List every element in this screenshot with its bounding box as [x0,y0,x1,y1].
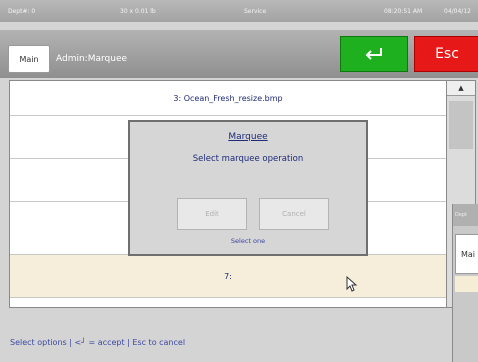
background-dept: Dept [455,212,468,218]
list-item-selected[interactable]: 7: [10,255,446,298]
scroll-thumb[interactable] [449,101,473,149]
background-window: Dept Mai [452,204,478,362]
list-item[interactable]: 3: Ocean_Fresh_resize.bmp [10,81,446,116]
date-indicator: 04/04/12 [444,8,471,15]
footer-hint: Select options | <┘ = accept | Esc to ca… [10,338,186,347]
page-title: Admin:Marquee [56,54,128,64]
mode-indicator: Service [244,8,267,15]
dept-indicator: Dept#: 0 [8,8,36,15]
scroll-up-button[interactable]: ▲ [447,81,475,96]
enter-button[interactable] [340,36,408,72]
background-list-row [455,276,478,292]
status-bar: Dept#: 0 30 x 0.01 lb Service 08:20:51 A… [0,0,478,22]
marquee-dialog: Marquee Select marquee operation Edit Ca… [128,120,368,256]
background-main-button[interactable]: Mai [455,234,478,274]
cancel-button[interactable]: Cancel [259,198,329,230]
dialog-hint: Select one [230,237,266,245]
time-indicator: 08:20:51 AM [384,8,423,15]
edit-button[interactable]: Edit [177,198,247,230]
dialog-message: Select marquee operation [192,154,304,164]
main-button[interactable]: Main [8,45,50,73]
mouse-cursor-icon [346,276,358,292]
esc-button[interactable]: Esc [414,36,478,72]
header-bar: Main Admin:Marquee Esc [0,30,478,78]
enter-icon [365,48,382,60]
weight-indicator: 30 x 0.01 lb [120,8,156,15]
dialog-title: Marquee [228,132,268,142]
background-window-status: Dept [453,204,478,226]
